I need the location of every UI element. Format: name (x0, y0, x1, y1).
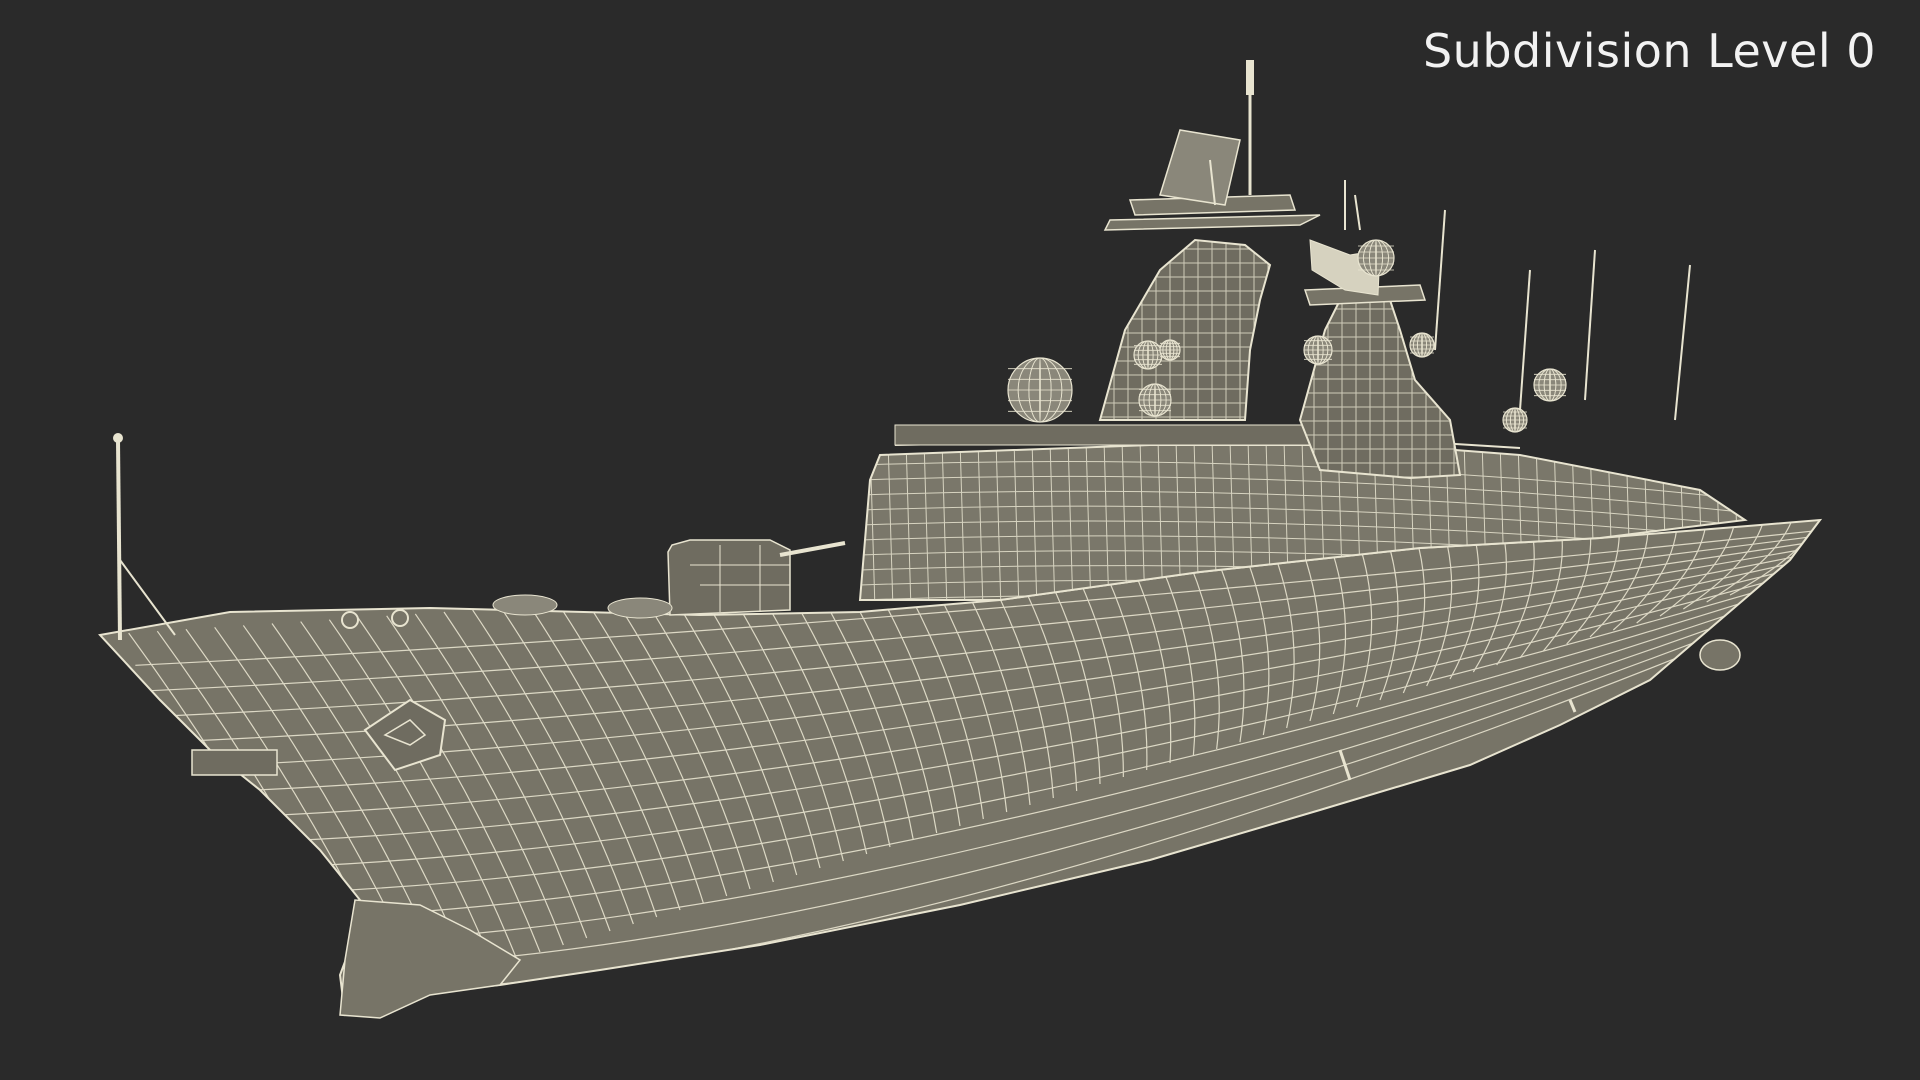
bow-flagpole (113, 433, 176, 641)
gun-turret (667, 539, 846, 616)
3d-viewport[interactable]: Subdivision Level 0 (0, 0, 1920, 1080)
subdivision-level-label: Subdivision Level 0 (1422, 24, 1876, 78)
ship-wireframe-render (98, 60, 1823, 1019)
radome-group (1007, 239, 1567, 433)
main-mast (1098, 60, 1321, 421)
